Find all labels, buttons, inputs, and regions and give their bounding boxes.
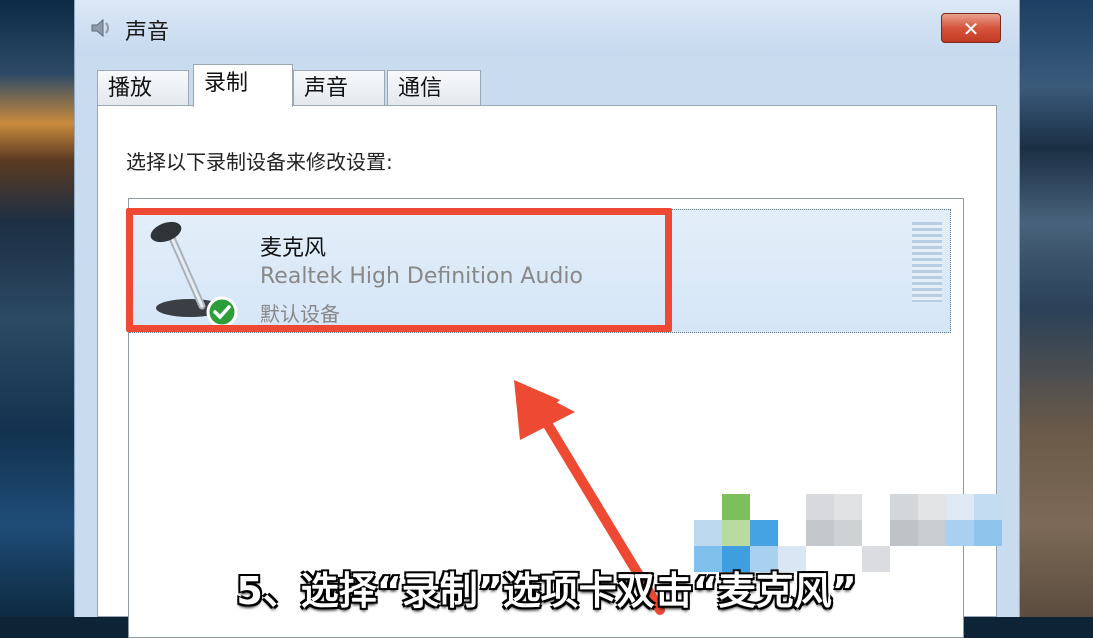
highlight-box — [126, 208, 672, 332]
tab-playback[interactable]: 播放 — [97, 70, 189, 106]
close-button[interactable]: ✕ — [941, 13, 1001, 43]
speaker-icon — [89, 16, 115, 40]
level-meter — [912, 222, 942, 302]
tab-communications[interactable]: 通信 — [387, 70, 481, 106]
window-title: 声音 — [125, 20, 170, 45]
desktop-wallpaper-left — [0, 0, 74, 617]
instruction-text: 选择以下录制设备来修改设置: — [126, 150, 393, 174]
title-bar[interactable]: 声音 ✕ — [75, 0, 1019, 56]
tab-sounds[interactable]: 声音 — [293, 70, 385, 106]
desktop-wallpaper-right — [1018, 0, 1093, 617]
tutorial-caption: 5、选择“录制”选项卡双击“麦克风” — [236, 569, 857, 613]
tab-recording[interactable]: 录制 — [193, 64, 293, 107]
tab-strip: 播放 录制 声音 通信 — [97, 64, 997, 107]
